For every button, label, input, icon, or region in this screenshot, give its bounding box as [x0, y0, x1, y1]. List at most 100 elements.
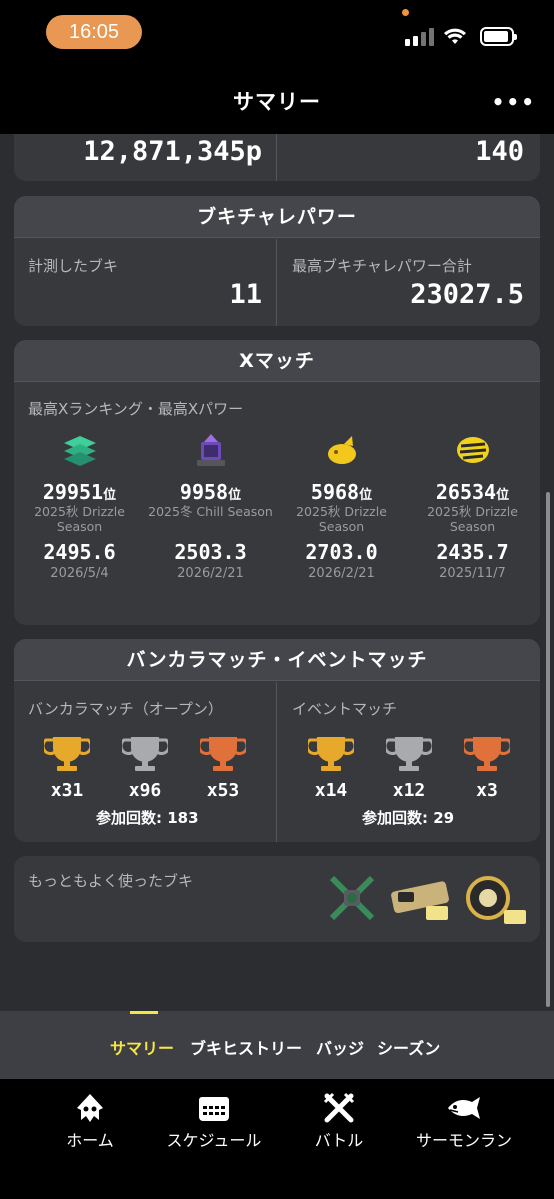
most-used-weapons-card[interactable]: もっともよく使ったブキ	[14, 856, 540, 942]
bankara-event-card: バンカラマッチ・イベントマッチ バンカラマッチ（オープン） イベントマッチ x3…	[14, 639, 540, 842]
xmatch-season: 2025秋 Drizzle Season	[427, 504, 518, 534]
xmatch-date: 2026/2/21	[177, 566, 244, 581]
trophy-count: x53	[206, 780, 240, 801]
bankara-event-title: バンカラマッチ・イベントマッチ	[14, 639, 540, 681]
gold-trophy: x14	[301, 734, 361, 801]
clam-blitz-icon	[456, 437, 489, 463]
tab-buki-history[interactable]: ブキヒストリー	[190, 1035, 302, 1059]
count-value: 140	[475, 136, 524, 167]
nav-salmon-run[interactable]: サーモンラン	[416, 1091, 512, 1151]
tab-summary[interactable]: サマリー	[110, 1035, 174, 1059]
trophy-count: x96	[128, 780, 162, 801]
trophy-count: x3	[476, 780, 498, 801]
divider	[276, 134, 277, 181]
splat-zones-icon	[63, 436, 96, 466]
max-power-value: 23027.5	[410, 279, 524, 310]
tower-control-icon	[196, 434, 225, 466]
xmatch-date: 2025/11/7	[439, 566, 506, 581]
rank-suffix: 位	[228, 488, 242, 503]
nav-home-label: ホーム	[66, 1131, 114, 1150]
bankara-join-count: 参加回数: 183	[96, 809, 199, 827]
silver-trophy: x96	[115, 734, 175, 801]
bronze-trophy-icon	[197, 737, 249, 771]
xmatch-card: Xマッチ 最高Xランキング・最高Xパワー 29951位 2025秋 Drizzl…	[14, 340, 540, 625]
rank-suffix: 位	[103, 488, 117, 503]
nav-home[interactable]: ホーム	[66, 1091, 114, 1151]
divider	[276, 239, 277, 326]
max-power-label: 最高ブキチャレパワー合計	[292, 257, 472, 275]
nav-battle[interactable]: バトル	[314, 1091, 364, 1151]
most-used-label: もっともよく使ったブキ	[28, 872, 194, 890]
xmatch-power: 2703.0	[305, 540, 378, 564]
nav-salmon-run-label: サーモンラン	[416, 1131, 513, 1150]
silver-trophy-icon	[383, 737, 435, 771]
rank-suffix: 位	[496, 488, 510, 503]
status-bar: 16:05	[0, 0, 554, 68]
gold-trophy-icon	[305, 737, 357, 771]
nav-schedule[interactable]: スケジュール	[166, 1091, 262, 1151]
xmatch-season: 2025冬 Chill Season	[148, 504, 273, 519]
xmatch-column-tower-control: 9958位 2025冬 Chill Season 2503.3 2026/2/2…	[145, 430, 276, 581]
trophy-count: x31	[50, 780, 84, 801]
xmatch-power: 2503.3	[174, 540, 247, 564]
page-title: サマリー	[233, 90, 321, 114]
xmatch-subtitle: 最高Xランキング・最高Xパワー	[28, 400, 244, 418]
silver-trophy-icon	[119, 737, 171, 771]
active-tab-indicator	[130, 1011, 158, 1014]
bottom-nav: ホーム スケジュール バトル サーモンラン	[0, 1079, 554, 1199]
xmatch-rank: 26534	[435, 480, 497, 504]
divider	[276, 682, 277, 842]
tab-season[interactable]: シーズン	[377, 1035, 440, 1059]
xmatch-column-splat-zones: 29951位 2025秋 Drizzle Season 2495.6 2026/…	[14, 430, 145, 581]
signal-icon	[405, 28, 435, 46]
buki-power-card: ブキチャレパワー 計測したブキ 11 最高ブキチャレパワー合計 23027.5	[14, 196, 540, 326]
bankara-open-label: バンカラマッチ（オープン）	[28, 700, 223, 718]
gold-trophy-icon	[41, 737, 93, 771]
weapon-crossbow-icon	[329, 875, 375, 921]
nav-bar: サマリー •••	[0, 68, 554, 134]
weapon-brella-icon	[466, 876, 526, 924]
status-time: 16:05	[46, 15, 142, 49]
battery-icon	[480, 27, 517, 46]
xmatch-column-rainmaker: 5968位 2025秋 Drizzle Season 2703.0 2026/2…	[276, 430, 407, 581]
xmatch-rank: 29951	[42, 480, 104, 504]
event-join-count: 参加回数: 29	[362, 809, 455, 827]
xmatch-column-clam-blitz: 26534位 2025秋 Drizzle Season 2435.7 2025/…	[407, 430, 538, 581]
summary-content[interactable]: 12,871,345p 140 ブキチャレパワー 計測したブキ 11 最高ブキチ…	[0, 134, 554, 1011]
buki-power-title: ブキチャレパワー	[14, 196, 540, 238]
rank-suffix: 位	[359, 488, 373, 503]
calendar-icon	[199, 1097, 229, 1121]
summary-tab-bar: サマリー ブキヒストリー バッジ シーズン	[0, 1011, 554, 1079]
weapon-splatling-icon	[391, 881, 449, 920]
xmatch-rank: 9958	[179, 480, 229, 504]
trophy-count: x12	[392, 780, 426, 801]
xmatch-date: 2026/2/21	[308, 566, 375, 581]
crossed-weapons-icon	[323, 1092, 355, 1123]
xmatch-title: Xマッチ	[14, 340, 540, 382]
squid-home-icon	[77, 1094, 103, 1122]
rainmaker-icon	[327, 436, 356, 464]
measured-value: 11	[229, 279, 262, 310]
nav-battle-label: バトル	[314, 1131, 364, 1150]
nav-schedule-label: スケジュール	[166, 1131, 262, 1150]
points-card: 12,871,345p 140	[14, 134, 540, 181]
xmatch-rank: 5968	[310, 480, 360, 504]
xmatch-power: 2435.7	[436, 540, 509, 564]
measured-label: 計測したブキ	[28, 257, 119, 275]
points-value: 12,871,345p	[83, 136, 262, 167]
gold-trophy: x31	[37, 734, 97, 801]
bronze-trophy: x53	[193, 734, 253, 801]
xmatch-season: 2025秋 Drizzle Season	[296, 504, 387, 534]
bronze-trophy: x3	[457, 734, 517, 801]
tab-badge[interactable]: バッジ	[316, 1035, 364, 1059]
silver-trophy: x12	[379, 734, 439, 801]
more-options-icon[interactable]: •••	[492, 90, 536, 114]
trophy-count: x14	[314, 780, 348, 801]
xmatch-season: 2025秋 Drizzle Season	[34, 504, 125, 534]
privacy-indicator-dot	[402, 9, 409, 16]
scrollbar[interactable]	[546, 492, 550, 1007]
event-match-label: イベントマッチ	[292, 700, 398, 718]
salmon-icon	[448, 1097, 480, 1119]
xmatch-power: 2495.6	[43, 540, 116, 564]
xmatch-date: 2026/5/4	[50, 566, 109, 581]
